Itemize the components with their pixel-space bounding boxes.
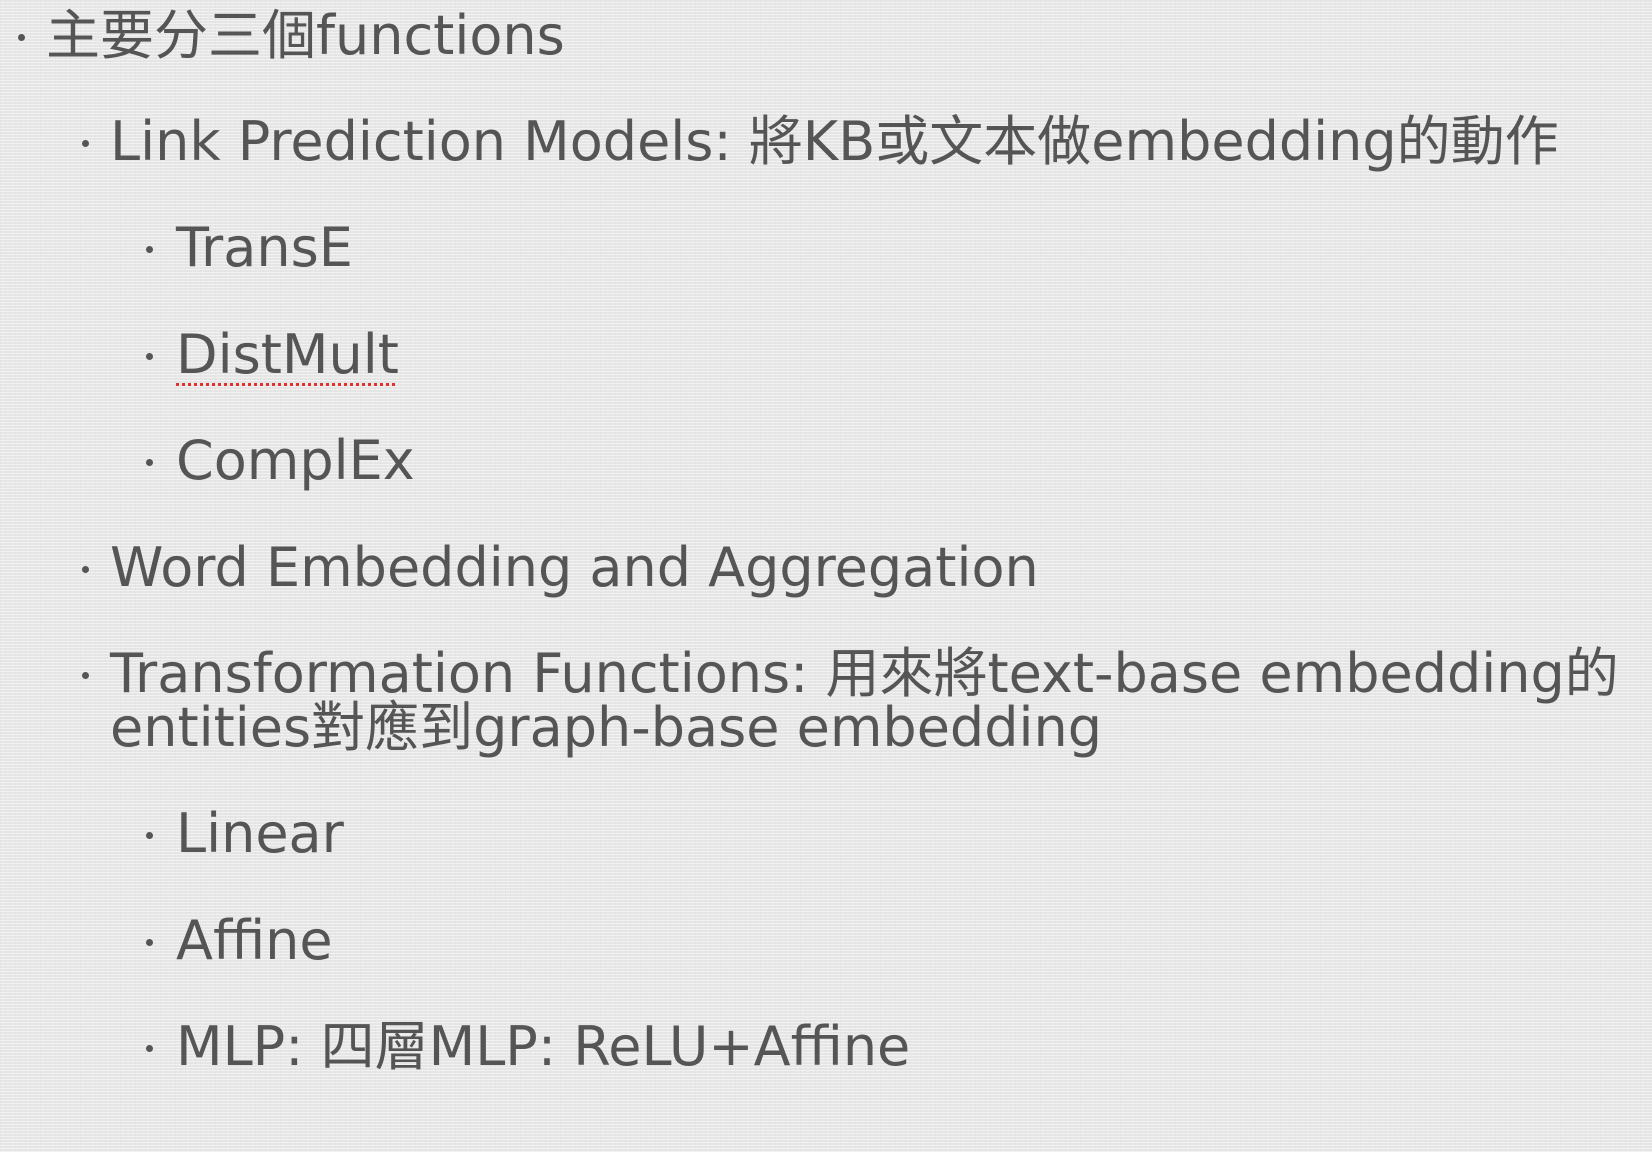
bullet-affine[interactable]: Affine — [176, 913, 333, 969]
bullet-dot-icon — [82, 140, 89, 147]
bullet-dot-icon — [82, 672, 89, 679]
bullet-distmult[interactable]: DistMult — [176, 327, 399, 383]
bullet-dot-icon — [18, 34, 25, 41]
bullet-dot-icon — [146, 939, 153, 946]
bullet-dot-icon — [146, 353, 153, 360]
bullet-dot-icon — [146, 832, 153, 839]
bullet-dot-icon — [146, 1045, 153, 1052]
bullet-dot-icon — [82, 566, 89, 573]
bullet-dot-icon — [146, 459, 153, 466]
bullet-transformation-line2[interactable]: entities對應到graph-base embedding — [110, 700, 1102, 756]
bullet-complex[interactable]: ComplEx — [176, 433, 415, 489]
bullet-word-embedding[interactable]: Word Embedding and Aggregation — [110, 540, 1039, 596]
bullet-dot-icon — [146, 246, 153, 253]
bullet-main-functions[interactable]: 主要分三個functions — [46, 8, 565, 64]
bullet-transformation-line1[interactable]: Transformation Functions: 用來將text-base e… — [110, 646, 1619, 702]
bullet-mlp[interactable]: MLP: 四層MLP: ReLU+Affine — [176, 1019, 910, 1075]
bullet-linear[interactable]: Linear — [176, 806, 344, 862]
bullet-transe[interactable]: TransE — [176, 220, 353, 276]
bullet-link-prediction[interactable]: Link Prediction Models: 將KB或文本做embedding… — [110, 114, 1559, 170]
slide-content: 主要分三個functions Link Prediction Models: 將… — [0, 0, 1652, 1152]
